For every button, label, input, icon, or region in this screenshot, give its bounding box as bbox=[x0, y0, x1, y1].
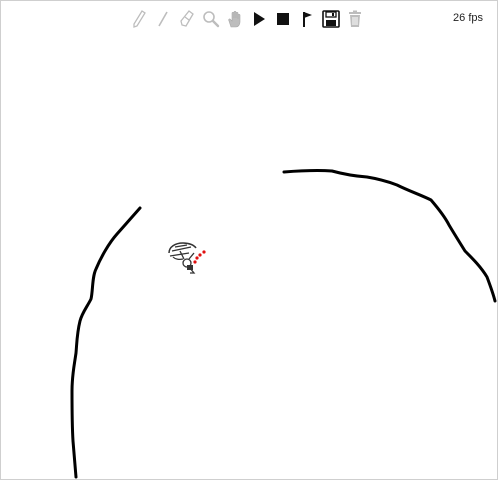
trail-dots bbox=[193, 250, 206, 264]
play-icon bbox=[254, 12, 265, 26]
flag-button[interactable] bbox=[297, 9, 317, 29]
track-line-left bbox=[70, 206, 142, 479]
magnifier-icon bbox=[203, 11, 220, 28]
line-tool-button[interactable] bbox=[153, 9, 173, 29]
pencil-icon bbox=[133, 10, 146, 28]
stop-icon bbox=[277, 13, 289, 25]
zoom-tool-button[interactable] bbox=[201, 9, 221, 29]
save-icon bbox=[322, 10, 340, 28]
sled-icon bbox=[168, 242, 197, 254]
eraser-icon bbox=[180, 10, 194, 27]
stop-button[interactable] bbox=[273, 9, 293, 29]
hand-icon bbox=[228, 10, 241, 28]
line-icon bbox=[158, 11, 168, 27]
sled-rider-app: 26 fps bbox=[0, 0, 498, 480]
track-line-right bbox=[282, 169, 497, 303]
pencil-tool-button[interactable] bbox=[129, 9, 149, 29]
save-button[interactable] bbox=[321, 9, 341, 29]
eraser-tool-button[interactable] bbox=[177, 9, 197, 29]
play-button[interactable] bbox=[249, 9, 269, 29]
fps-counter: 26 fps bbox=[453, 12, 483, 24]
toolbar bbox=[129, 9, 365, 29]
rider-sprite[interactable] bbox=[168, 242, 197, 274]
trash-icon bbox=[349, 10, 361, 27]
flag-icon bbox=[303, 12, 312, 27]
pan-tool-button[interactable] bbox=[225, 9, 245, 29]
clear-button[interactable] bbox=[345, 9, 365, 29]
drawing-canvas[interactable] bbox=[1, 1, 497, 479]
